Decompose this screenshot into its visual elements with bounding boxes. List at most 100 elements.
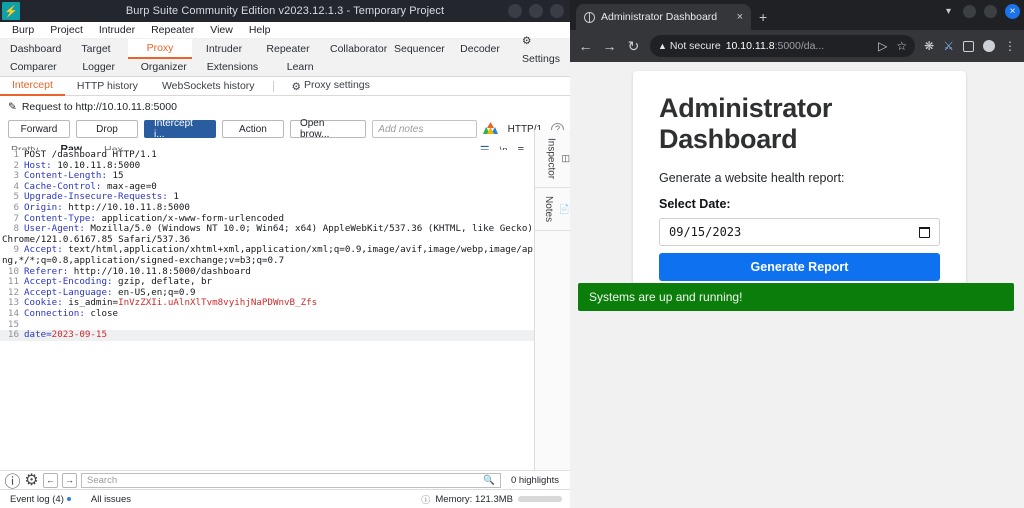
window-controls: ▾ × xyxy=(946,4,1020,19)
request-target-text: Request to http://10.10.11.8:5000 xyxy=(21,101,177,113)
extensions-puzzle-icon[interactable]: ❋ xyxy=(924,39,934,53)
minimize-button[interactable] xyxy=(963,5,976,18)
tab-sequencer[interactable]: Sequencer xyxy=(384,40,448,58)
search-input[interactable]: Search 🔍 xyxy=(81,472,501,488)
header-name: Content-Length: xyxy=(24,170,107,182)
tab-comparer[interactable]: Comparer xyxy=(0,58,67,76)
status-event-log[interactable]: Event log (4) xyxy=(0,494,81,505)
lab-flask-icon[interactable]: ⚔ xyxy=(943,39,954,53)
date-field-label: Select Date: xyxy=(659,197,731,211)
menu-item-project[interactable]: Project xyxy=(42,24,91,36)
omnibox-actions: ▷ ☆ xyxy=(878,39,907,53)
maximize-button[interactable] xyxy=(529,4,543,18)
gear-icon: ⚙ xyxy=(291,81,301,93)
tab-extensions[interactable]: Extensions xyxy=(197,58,268,76)
chevron-down-icon[interactable]: ▾ xyxy=(946,6,951,17)
menu-item-repeater[interactable]: Repeater xyxy=(143,24,202,36)
header-name: Accept-Encoding: xyxy=(24,276,113,288)
minimize-button[interactable] xyxy=(508,4,522,18)
body-param-value: 2023-09-15 xyxy=(51,329,107,341)
menu-item-intruder[interactable]: Intruder xyxy=(91,24,143,36)
burp-tab-row-2: Comparer Logger Organizer Extensions Lea… xyxy=(0,58,570,76)
tab-decoder[interactable]: Decoder xyxy=(448,40,512,58)
date-input[interactable]: 09/15/2023 xyxy=(659,218,940,246)
menu-item-view[interactable]: View xyxy=(202,24,241,36)
calendar-icon[interactable] xyxy=(919,226,930,238)
proxy-settings-label: Proxy settings xyxy=(303,79,370,91)
header-name: Host: xyxy=(24,159,52,171)
close-tab-icon[interactable]: × xyxy=(737,11,743,23)
menu-item-burp[interactable]: Burp xyxy=(4,24,42,36)
rail-item-inspector[interactable]: ◫ Inspector xyxy=(535,130,570,189)
header-name: Content-Type: xyxy=(24,212,96,224)
close-window-button[interactable]: × xyxy=(1005,4,1020,19)
rail-item-notes[interactable]: 📄 Notes xyxy=(535,188,570,232)
profile-avatar-icon[interactable] xyxy=(983,40,995,52)
right-rail: ◫ Inspector 📄 Notes xyxy=(534,130,570,470)
drop-button[interactable]: Drop xyxy=(76,120,138,138)
subtab-websockets-history[interactable]: WebSockets history xyxy=(150,77,267,95)
menu-item-help[interactable]: Help xyxy=(241,24,279,36)
header-value: gzip, deflate, br xyxy=(112,276,213,288)
tab-organizer[interactable]: Organizer xyxy=(131,58,197,76)
reload-icon[interactable]: ↻ xyxy=(626,38,641,55)
divider xyxy=(272,80,274,92)
memory-bar xyxy=(518,496,562,502)
memory-indicator: ⓘ Memory: 121.3MB xyxy=(421,493,570,506)
tab-collaborator[interactable]: Collaborator xyxy=(320,40,387,58)
side-panel-icon[interactable] xyxy=(963,40,974,52)
header-name: User-Agent: xyxy=(24,223,85,235)
maximize-button[interactable] xyxy=(984,5,997,18)
new-tab-button[interactable]: + xyxy=(759,9,767,25)
message-search-bar: ⓘ ⚙ ← → Search 🔍 0 highlights xyxy=(0,470,570,491)
tab-dashboard[interactable]: Dashboard xyxy=(0,40,64,58)
back-icon[interactable]: ← xyxy=(578,38,593,54)
notes-icon: 📄 xyxy=(558,203,570,214)
globe-favicon-icon xyxy=(584,11,595,23)
close-button[interactable] xyxy=(550,4,564,18)
tab-logger[interactable]: Logger xyxy=(67,58,131,76)
page-viewport: Administrator Dashboard Generate a websi… xyxy=(570,62,1024,508)
subtab-intercept[interactable]: Intercept xyxy=(0,76,65,96)
burp-tab-row-1: Dashboard Target Proxy Intruder Repeater… xyxy=(0,35,570,65)
tab-repeater[interactable]: Repeater xyxy=(256,40,320,58)
request-message-editor[interactable]: 1 POST /dashboard HTTP/1.1 2 Host: 10.10.11… xyxy=(0,150,534,470)
search-icon: 🔍 xyxy=(483,474,495,486)
screen-root: ⚡ Burp Suite Community Edition v2023.12.… xyxy=(0,0,1024,508)
action-button[interactable]: Action xyxy=(221,120,284,138)
forward-icon[interactable]: → xyxy=(602,38,617,54)
browser-tab[interactable]: Administrator Dashboard × xyxy=(576,4,751,30)
subtab-http-history[interactable]: HTTP history xyxy=(65,77,150,95)
header-value: 15 xyxy=(106,170,124,182)
line-number: 16 xyxy=(7,329,19,341)
open-browser-button[interactable]: Open brow... xyxy=(289,118,367,140)
search-prev-button[interactable]: ← xyxy=(43,472,58,488)
subtab-proxy-settings[interactable]: ⚙ Proxy settings xyxy=(280,76,382,96)
tab-proxy[interactable]: Proxy xyxy=(128,39,192,59)
search-next-button[interactable]: → xyxy=(62,472,77,488)
status-banner: Systems are up and running! xyxy=(578,283,1014,311)
add-notes-input[interactable]: Add notes xyxy=(372,120,477,138)
status-all-issues[interactable]: All issues xyxy=(81,494,141,505)
proxy-sub-tabs: Intercept HTTP history WebSockets histor… xyxy=(0,77,570,96)
highlight-count: 0 highlights xyxy=(510,474,559,486)
settings-gear-icon[interactable]: ⚙ xyxy=(24,472,39,489)
header-name: Referer: xyxy=(24,265,69,277)
tab-target[interactable]: Target xyxy=(64,40,128,58)
event-log-label: Event log (4) xyxy=(10,493,64,505)
help-circle-icon[interactable]: ⓘ xyxy=(5,473,21,491)
tab-settings[interactable]: ⚙ Settings xyxy=(512,30,570,68)
share-icon[interactable]: ▷ xyxy=(878,39,887,53)
bookmark-star-icon[interactable]: ☆ xyxy=(896,39,907,53)
cookie-token-value: InVzZXIi.uAlnXlTvm8vyihjNaPDWnvB_Zfs xyxy=(118,297,318,309)
generate-report-button[interactable]: Generate Report xyxy=(659,253,940,281)
forward-button[interactable]: Forward xyxy=(8,120,70,138)
tab-learn[interactable]: Learn xyxy=(268,58,332,76)
tab-intruder[interactable]: Intruder xyxy=(192,40,256,58)
header-value: close xyxy=(84,307,119,319)
address-bar[interactable]: ▲ Not secure 10.10.11.8:5000/da... ▷ ☆ xyxy=(650,35,916,57)
header-name: Accept: xyxy=(24,244,63,256)
security-indicator[interactable]: ▲ Not secure xyxy=(658,40,721,52)
intercept-toggle-button[interactable]: Intercept i... xyxy=(144,118,216,140)
chrome-menu-icon[interactable]: ⋮ xyxy=(1004,39,1016,53)
